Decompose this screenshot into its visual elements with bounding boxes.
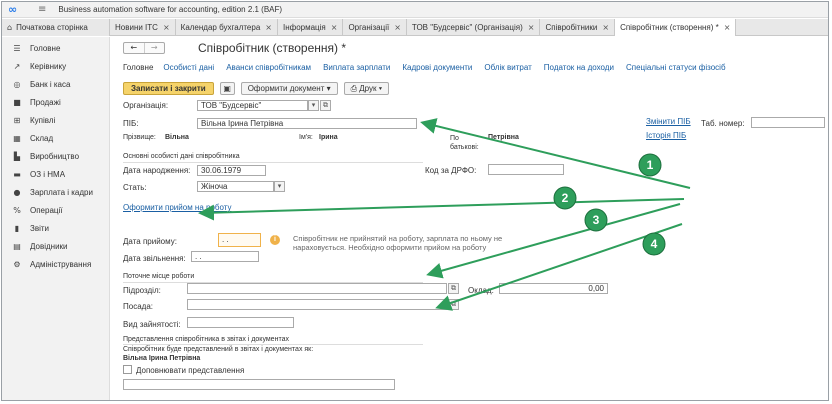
callout-number: 3	[593, 213, 600, 227]
arrow-2	[198, 198, 685, 221]
callout-3: 3	[584, 208, 608, 232]
app-window: ∞ ≡ Business automation software for acc…	[1, 1, 829, 401]
callout-number: 1	[647, 158, 654, 172]
callout-number: 2	[562, 191, 569, 205]
callout-4: 4	[642, 232, 666, 256]
callout-2: 2	[553, 186, 577, 210]
callout-1: 1	[638, 153, 662, 177]
annotation-overlay: 1 2 3 4	[198, 118, 691, 311]
callout-number: 4	[651, 237, 658, 251]
arrow-3	[426, 203, 681, 279]
